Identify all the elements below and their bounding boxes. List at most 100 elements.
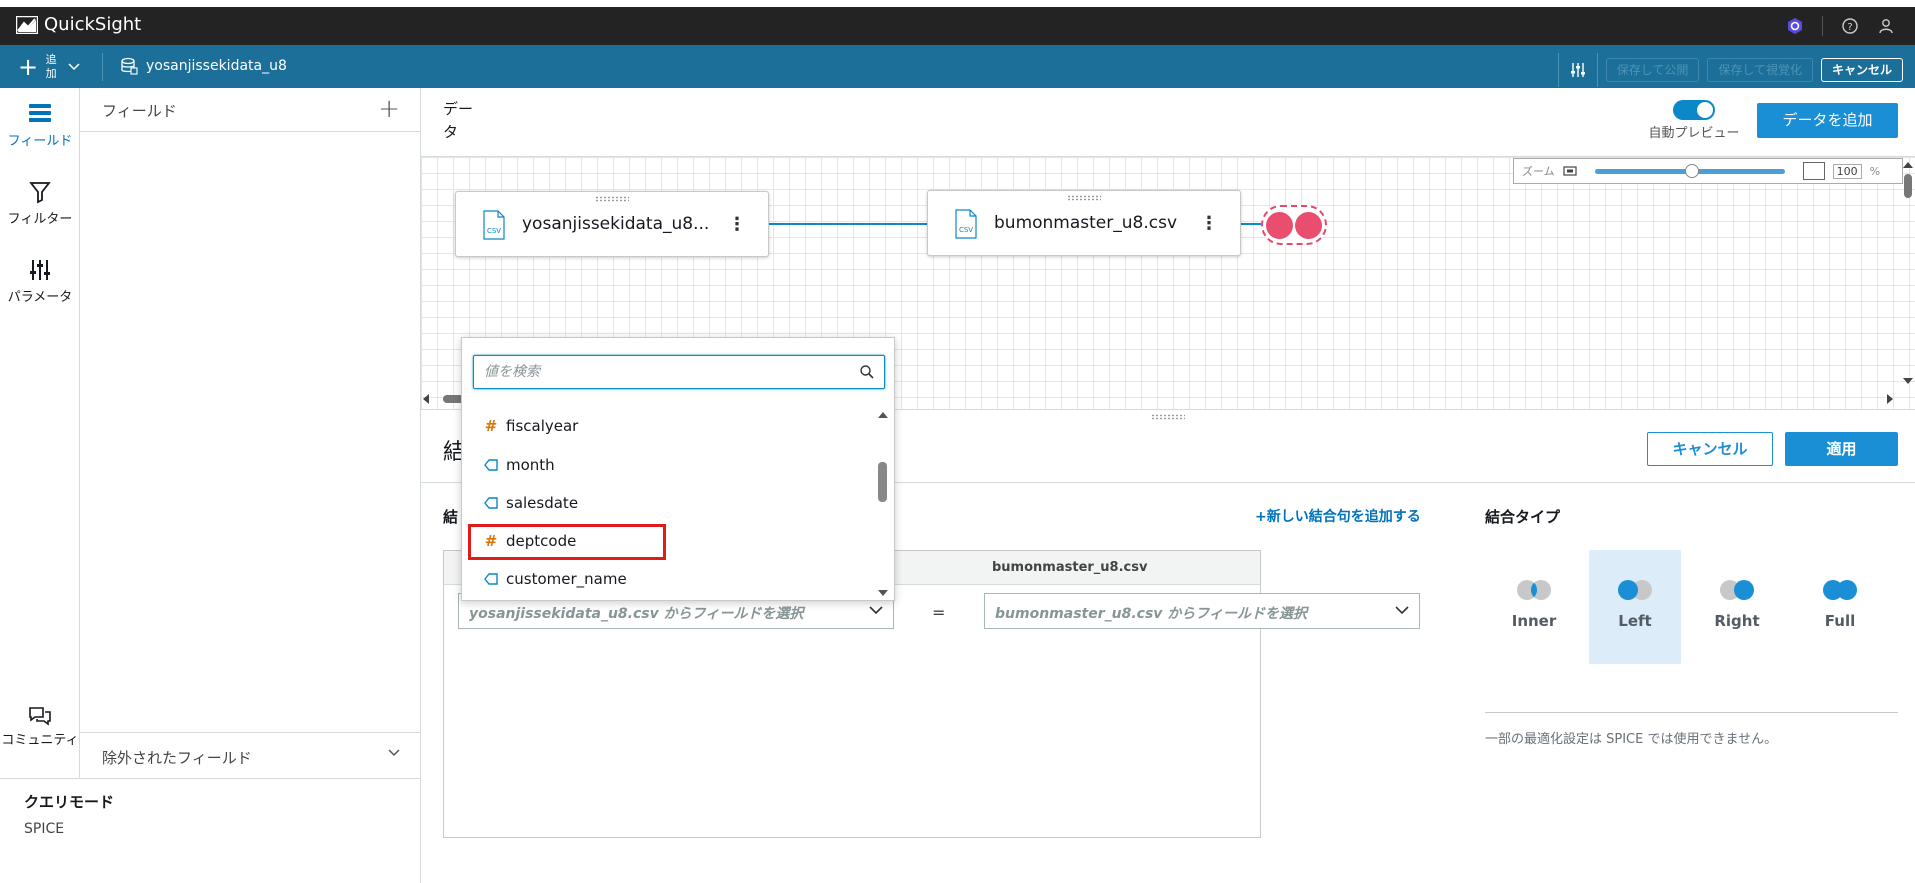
svg-text:?: ? <box>1847 22 1852 33</box>
rail-item-parameters[interactable]: パラメータ <box>0 258 80 305</box>
toolbar-divider <box>1557 53 1559 87</box>
divider <box>1485 712 1898 713</box>
settings-sliders-icon[interactable] <box>1567 58 1589 82</box>
plus-icon: + <box>18 53 39 81</box>
dataset-node-right[interactable]: CSV bumonmaster_u8.csv ⋮ <box>927 190 1241 256</box>
left-join-icon <box>1618 580 1652 600</box>
rail-item-community[interactable]: コミュニティ <box>0 706 80 750</box>
zoom-out-icon[interactable] <box>1563 166 1577 176</box>
auto-preview-label: 自動プレビュー <box>1648 126 1740 141</box>
rail-item-fields[interactable]: フィールド <box>0 102 80 149</box>
filter-icon <box>29 182 51 204</box>
data-header: データ 自動プレビュー データを追加 <box>421 88 1915 156</box>
rail-label: フィールド <box>7 134 73 149</box>
csv-file-icon: CSV <box>955 209 977 239</box>
left-rail: フィールド フィルター パラメータ コミュニティ <box>0 88 80 778</box>
join-type-title: 結合タイプ <box>1485 508 1561 526</box>
join-circle-left <box>1266 211 1293 239</box>
parameters-icon <box>30 260 50 280</box>
app-brand[interactable]: QuickSight <box>16 14 141 35</box>
add-label: 追加 <box>45 53 57 80</box>
dropdown-item-label: month <box>506 456 555 474</box>
dropdown-item-month[interactable]: month <box>484 450 854 480</box>
join-type-full[interactable]: Full <box>1794 550 1886 664</box>
zoom-fit-icon[interactable] <box>1802 162 1825 180</box>
dropdown-item-label: salesdate <box>506 494 579 512</box>
join-type-left[interactable]: Left <box>1589 550 1681 664</box>
dimension-tag-icon <box>484 459 498 471</box>
query-mode-section: クエリモード SPICE <box>0 778 421 883</box>
dimension-tag-icon <box>484 573 498 585</box>
add-button[interactable]: + 追加 <box>18 49 80 85</box>
zoom-slider-handle[interactable] <box>1684 163 1699 178</box>
help-icon[interactable]: ? <box>1841 17 1859 35</box>
data-title: データ <box>443 100 474 141</box>
dropdown-item-customer-name[interactable]: customer_name <box>484 564 854 594</box>
join-type-inner[interactable]: Inner <box>1488 550 1580 664</box>
join-icon[interactable] <box>1261 205 1327 245</box>
canvas-vertical-scrollbar[interactable] <box>1901 160 1915 390</box>
resize-handle[interactable] <box>1151 414 1185 420</box>
field-panel: フィールド + 除外されたフィールド <box>80 88 421 778</box>
toolbar-cancel-button[interactable]: キャンセル <box>1820 58 1903 82</box>
dropdown-item-label: fiscalyear <box>506 417 579 435</box>
dataset-name[interactable]: yosanjissekidata_u8 <box>120 57 287 75</box>
dropdown-scrollbar[interactable] <box>876 410 890 600</box>
dataset-node-name: bumonmaster_u8.csv <box>994 213 1178 233</box>
measure-hash-icon: # <box>484 417 498 435</box>
save-publish-button[interactable]: 保存して公開 <box>1605 58 1700 82</box>
join-type-right[interactable]: Right <box>1691 550 1783 664</box>
toolbar-divider <box>102 53 103 81</box>
dropdown-item-fiscalyear[interactable]: # fiscalyear <box>484 411 854 441</box>
zoom-value[interactable]: 100 <box>1832 163 1862 179</box>
join-type-label: Right <box>1714 612 1760 630</box>
drag-handle[interactable] <box>595 196 629 202</box>
add-join-clause-link[interactable]: +新しい結合句を追加する <box>1255 506 1421 526</box>
dimension-tag-icon <box>484 497 498 509</box>
chevron-down-icon <box>1395 606 1409 615</box>
field-panel-header: フィールド + <box>80 88 420 132</box>
right-dataset-header: bumonmaster_u8.csv <box>992 560 1148 575</box>
full-join-icon <box>1823 580 1857 600</box>
chevron-down-icon <box>388 749 400 757</box>
rail-label: コミュニティ <box>1 733 79 748</box>
top-separator <box>1822 16 1823 36</box>
community-icon <box>29 707 51 726</box>
excluded-fields-section[interactable]: 除外されたフィールド <box>80 732 420 778</box>
rail-item-filter[interactable]: フィルター <box>0 180 80 227</box>
field-dropdown: # fiscalyear month salesdate # deptcode … <box>461 337 895 601</box>
zoom-slider[interactable] <box>1594 163 1785 178</box>
dropdown-search-input[interactable] <box>474 356 854 388</box>
left-field-placeholder: yosanjissekidata_u8.csv からフィールドを選択 <box>469 606 804 622</box>
chevron-down-icon <box>869 606 883 615</box>
fields-icon <box>29 104 51 122</box>
drag-handle[interactable] <box>1067 195 1101 201</box>
join-clauses-label: 結 <box>443 508 459 526</box>
more-options-icon[interactable]: ⋮ <box>728 214 746 235</box>
join-apply-button[interactable]: 適用 <box>1785 432 1898 466</box>
auto-preview-toggle[interactable] <box>1673 100 1715 120</box>
dropdown-search[interactable] <box>473 355 885 389</box>
svg-text:CSV: CSV <box>959 226 973 234</box>
csv-file-icon: CSV <box>483 210 505 240</box>
user-icon[interactable] <box>1877 17 1895 35</box>
more-options-icon[interactable]: ⋮ <box>1200 213 1218 234</box>
add-data-button[interactable]: データを追加 <box>1757 103 1898 138</box>
query-mode-title: クエリモード <box>24 793 115 811</box>
dataset-node-left[interactable]: CSV yosanjissekidata_u8... ⋮ <box>455 191 769 257</box>
inner-join-icon <box>1517 580 1551 600</box>
dropdown-item-salesdate[interactable]: salesdate <box>484 488 854 518</box>
add-field-icon[interactable]: + <box>378 94 400 124</box>
chevron-down-icon <box>68 63 80 71</box>
right-field-select[interactable]: bumonmaster_u8.csv からフィールドを選択 <box>984 593 1420 629</box>
rail-label: パラメータ <box>7 290 73 305</box>
save-visualize-button[interactable]: 保存して視覚化 <box>1707 58 1813 82</box>
join-cancel-button[interactable]: キャンセル <box>1647 432 1773 466</box>
right-field-placeholder: bumonmaster_u8.csv からフィールドを選択 <box>995 606 1307 622</box>
join-type-label: Left <box>1618 612 1652 630</box>
excluded-fields-label: 除外されたフィールド <box>102 749 252 767</box>
join-circle-right <box>1295 211 1322 239</box>
database-icon <box>121 57 138 75</box>
auto-preview[interactable]: 自動プレビュー <box>1639 100 1749 141</box>
amazon-q-icon[interactable] <box>1786 17 1804 35</box>
